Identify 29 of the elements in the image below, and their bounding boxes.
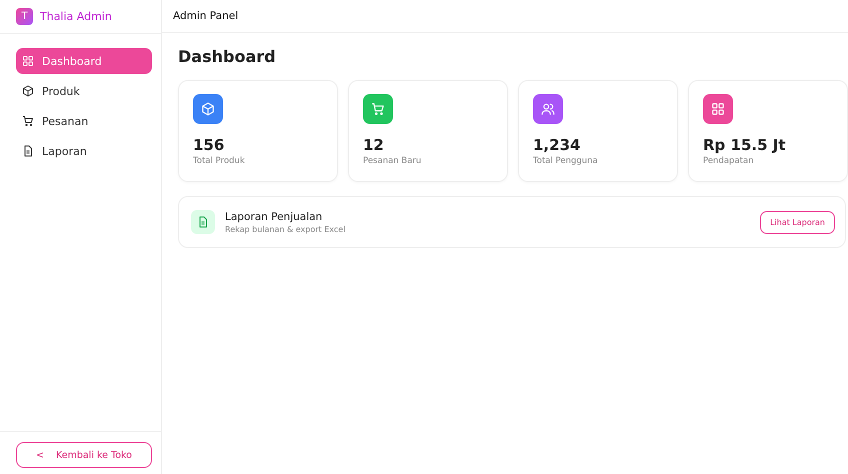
stat-value: 12 xyxy=(363,136,385,154)
grid-icon xyxy=(22,55,34,67)
stat-label: Total Pengguna xyxy=(533,156,599,166)
stat-label: Total Produk xyxy=(193,156,246,166)
sidebar-item[interactable]: Laporan xyxy=(16,138,152,164)
stat-label: Pendapatan xyxy=(703,156,755,166)
grid-icon xyxy=(711,102,725,116)
view-report-button[interactable]: Lihat Laporan xyxy=(760,210,835,234)
sidebar-item[interactable]: Dashboard xyxy=(16,48,152,74)
brand-logo: T xyxy=(16,8,33,25)
cart-icon xyxy=(371,102,385,116)
cart-icon xyxy=(22,115,34,127)
document-icon xyxy=(22,145,34,157)
sidebar-item[interactable]: Pesanan xyxy=(16,108,152,134)
stat-value: 1,234 xyxy=(533,136,582,154)
back-button[interactable]: < Kembali ke Toko xyxy=(16,442,152,468)
users-icon xyxy=(541,102,555,116)
brand-name: Thalia Admin xyxy=(40,10,112,23)
document-icon xyxy=(197,216,209,228)
header-title: Admin Panel xyxy=(173,10,238,22)
report-subtitle: Rekap bulanan & export Excel xyxy=(225,224,346,234)
page-title: Dashboard xyxy=(178,47,277,66)
stat-label: Pesanan Baru xyxy=(363,156,422,166)
stat-value: Rp 15.5 Jt xyxy=(703,136,786,154)
box-icon xyxy=(201,102,215,116)
sidebar-item[interactable]: Produk xyxy=(16,78,152,104)
report-title: Laporan Penjualan xyxy=(225,210,324,222)
stat-value: 156 xyxy=(193,136,226,154)
box-icon xyxy=(22,85,34,97)
